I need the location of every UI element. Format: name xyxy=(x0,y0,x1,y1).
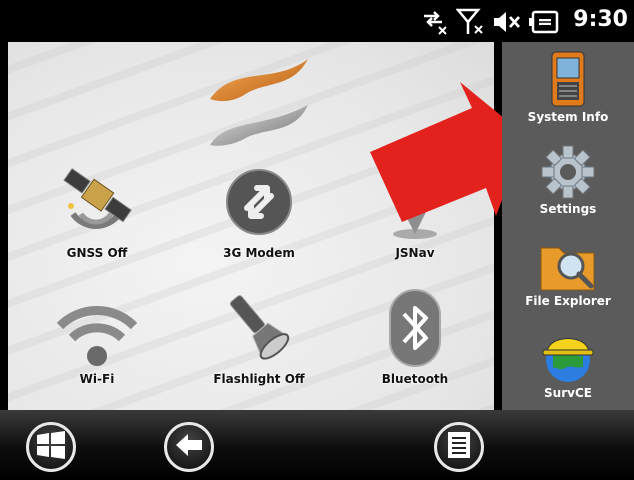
modem-arrows-icon xyxy=(194,158,324,246)
device-icon xyxy=(502,46,634,108)
tile-label: JSNav xyxy=(395,246,435,260)
folder-magnifier-icon xyxy=(502,230,634,292)
flashlight-icon xyxy=(194,284,324,372)
menu-button[interactable] xyxy=(434,422,484,472)
side-item-survce[interactable]: SurvCE xyxy=(502,322,634,414)
gear-icon xyxy=(502,138,634,200)
menu-list-icon xyxy=(447,431,471,463)
clock-time[interactable]: 9:30 xyxy=(573,7,628,32)
tile-label: Wi-Fi xyxy=(79,372,115,386)
battery-charging-icon[interactable] xyxy=(528,8,560,40)
app-logo-icon xyxy=(194,52,324,152)
tile-label: 3G Modem xyxy=(223,246,295,260)
connectivity-icon[interactable] xyxy=(420,8,450,40)
taskbar xyxy=(0,410,634,480)
side-item-settings[interactable]: Settings xyxy=(502,138,634,230)
tile-gnss[interactable]: GNSS Off xyxy=(32,158,162,278)
tile-wifi[interactable]: Wi-Fi xyxy=(32,284,162,404)
side-item-system-info[interactable]: System Info xyxy=(502,46,634,138)
side-item-label: File Explorer xyxy=(525,294,611,308)
app-logo-tile[interactable] xyxy=(194,52,324,152)
side-panel: System Info Settings File Explorer SurvC… xyxy=(502,42,634,410)
tile-bluetooth[interactable]: Bluetooth xyxy=(350,284,480,404)
side-item-label: System Info xyxy=(527,110,609,124)
globe-hardhat-icon xyxy=(502,322,634,384)
back-arrow-icon xyxy=(174,432,204,462)
tile-label: GNSS Off xyxy=(66,246,128,260)
tile-3g-modem[interactable]: 3G Modem xyxy=(194,158,324,278)
wifi-icon xyxy=(32,284,162,372)
start-button[interactable] xyxy=(26,422,76,472)
tile-label: Flashlight Off xyxy=(213,372,305,386)
back-button[interactable] xyxy=(164,422,214,472)
side-item-file-explorer[interactable]: File Explorer xyxy=(502,230,634,322)
windows-start-icon xyxy=(35,430,67,464)
tile-flashlight[interactable]: Flashlight Off xyxy=(194,284,324,404)
side-item-label: SurvCE xyxy=(544,386,592,400)
side-item-label: Settings xyxy=(539,202,597,216)
no-signal-icon[interactable] xyxy=(455,8,486,40)
bluetooth-icon xyxy=(350,284,480,372)
satellite-icon xyxy=(32,158,162,246)
volume-muted-icon[interactable] xyxy=(492,8,522,40)
status-bar: 9:30 xyxy=(0,0,634,42)
tile-label: Bluetooth xyxy=(381,372,449,386)
